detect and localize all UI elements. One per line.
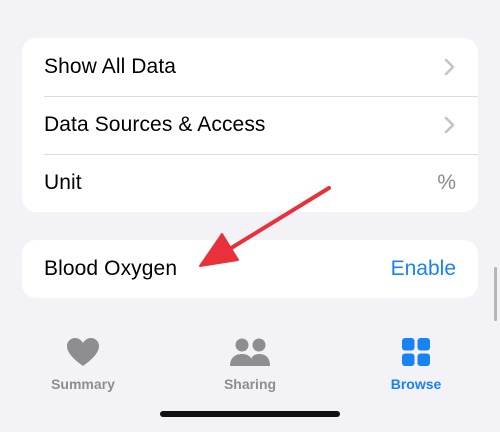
- unit-value: %: [437, 171, 456, 194]
- tab-summary-label: Summary: [51, 376, 115, 392]
- data-sources-access-label: Data Sources & Access: [44, 113, 266, 136]
- blood-oxygen-card: Blood Oxygen Enable: [22, 240, 478, 298]
- blood-oxygen-label: Blood Oxygen: [44, 257, 178, 280]
- tab-browse-label: Browse: [390, 376, 442, 392]
- scroll-indicator: [494, 267, 497, 321]
- show-all-data-label: Show All Data: [44, 55, 177, 78]
- people-icon: [228, 336, 272, 368]
- chevron-right-icon: [444, 116, 455, 134]
- tab-sharing[interactable]: Sharing: [195, 336, 305, 392]
- show-all-data-row[interactable]: Show All Data: [22, 38, 478, 96]
- tab-sharing-label: Sharing: [223, 376, 277, 392]
- unit-label: Unit: [44, 171, 82, 194]
- grid-icon: [401, 336, 431, 368]
- blood-oxygen-row: Blood Oxygen Enable: [22, 240, 478, 298]
- chevron-right-icon: [444, 58, 455, 76]
- home-indicator[interactable]: [160, 411, 340, 417]
- unit-row[interactable]: Unit %: [22, 154, 478, 212]
- tab-summary[interactable]: Summary: [28, 336, 138, 392]
- heart-icon: [66, 336, 100, 368]
- data-sources-access-row[interactable]: Data Sources & Access: [22, 96, 478, 154]
- tab-browse[interactable]: Browse: [361, 336, 471, 392]
- settings-card: Show All Data Data Sources & Access Unit…: [22, 38, 478, 212]
- enable-button[interactable]: Enable: [391, 257, 456, 281]
